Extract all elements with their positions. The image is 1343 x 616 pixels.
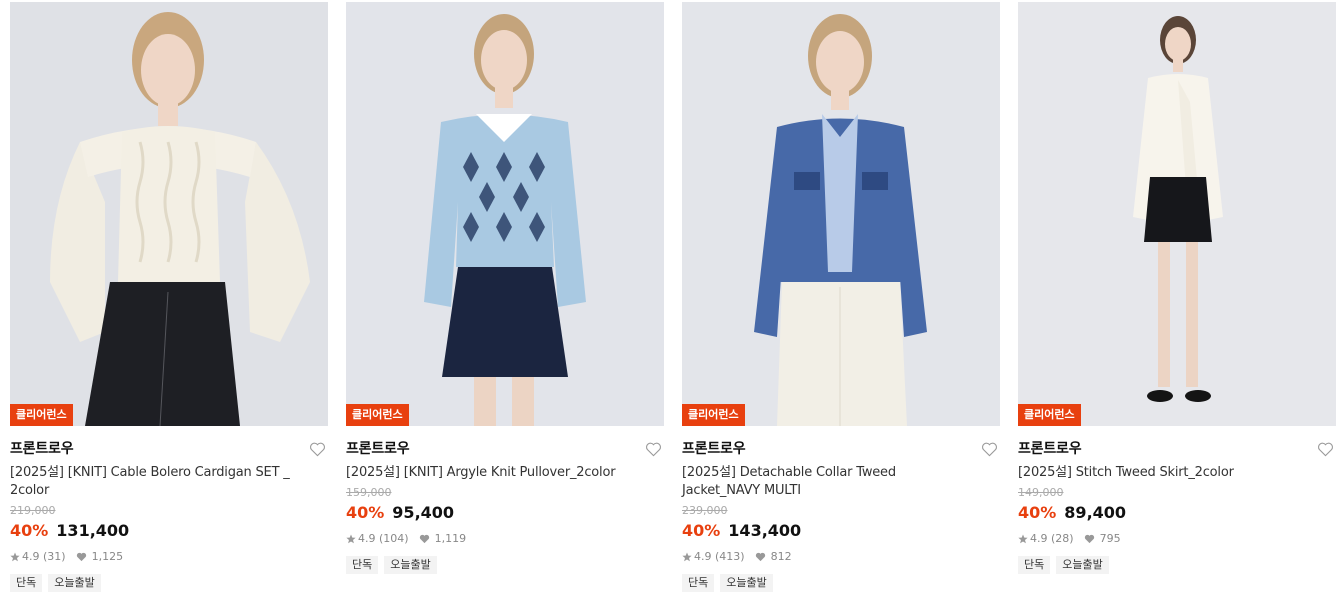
- brand-name[interactable]: 프론트로우: [346, 440, 664, 458]
- product-card[interactable]: 클리어런스 프론트로우 [2025설] Detachable Collar Tw…: [682, 2, 1000, 592]
- price-line: 40% 143,400: [682, 520, 1000, 542]
- tag-exclusive: 단독: [682, 574, 715, 592]
- black-stitch-tweed-skirt-photo: [1018, 2, 1336, 426]
- sale-price: 95,400: [392, 503, 455, 522]
- likes: 812: [755, 550, 792, 564]
- likes-count: 812: [770, 550, 792, 563]
- heart-icon[interactable]: [309, 442, 326, 457]
- heart-filled-icon: [419, 534, 429, 544]
- product-card[interactable]: 클리어런스 프론트로우 [2025설] [KNIT] Cable Bolero …: [10, 2, 328, 592]
- product-name[interactable]: [2025설] Stitch Tweed Skirt_2color: [1018, 464, 1336, 482]
- heart-icon[interactable]: [981, 442, 998, 457]
- product-info: 프론트로우 [2025설] [KNIT] Argyle Knit Pullove…: [346, 426, 664, 574]
- brand-name[interactable]: 프론트로우: [1018, 440, 1336, 458]
- tag-list: 단독 오늘출발: [1018, 556, 1336, 574]
- tag-list: 단독 오늘출발: [682, 574, 1000, 592]
- clearance-badge: 클리어런스: [682, 404, 745, 426]
- product-image[interactable]: 클리어런스: [346, 2, 664, 426]
- rating: 4.9 (28): [1030, 532, 1074, 545]
- heart-filled-icon: [76, 552, 86, 562]
- product-card[interactable]: 클리어런스 프론트로우 [2025설] [KNIT] Argyle Knit P…: [346, 2, 664, 574]
- discount-rate: 40%: [1018, 503, 1057, 522]
- tag-ships-today: 오늘출발: [48, 574, 101, 592]
- likes-count: 1,119: [434, 532, 467, 545]
- rating: 4.9 (31): [22, 550, 66, 563]
- heart-filled-icon: [755, 552, 765, 562]
- price-line: 40% 95,400: [346, 502, 664, 524]
- product-name[interactable]: [2025설] [KNIT] Argyle Knit Pullover_2col…: [346, 464, 664, 482]
- star-icon: [10, 552, 20, 562]
- star-icon: [346, 534, 356, 544]
- product-grid: 클리어런스 프론트로우 [2025설] [KNIT] Cable Bolero …: [0, 0, 1343, 616]
- tag-exclusive: 단독: [346, 556, 379, 574]
- product-card[interactable]: 클리어런스 프론트로우 [2025설] Stitch Tweed Skirt_2…: [1018, 2, 1336, 574]
- sale-price: 131,400: [56, 521, 130, 540]
- tag-ships-today: 오늘출발: [384, 556, 437, 574]
- product-image[interactable]: 클리어런스: [1018, 2, 1336, 426]
- review-meta: 4.9 (31) 1,125: [10, 550, 328, 564]
- sale-price: 89,400: [1064, 503, 1127, 522]
- rating: 4.9 (104): [358, 532, 409, 545]
- original-price: 219,000: [10, 504, 56, 517]
- review-meta: 4.9 (413) 812: [682, 550, 1000, 564]
- price-line: 40% 131,400: [10, 520, 328, 542]
- star-icon: [682, 552, 692, 562]
- heart-filled-icon: [1084, 534, 1094, 544]
- original-price: 159,000: [346, 486, 392, 499]
- likes: 1,119: [419, 532, 467, 546]
- tag-exclusive: 단독: [10, 574, 43, 592]
- product-info: 프론트로우 [2025설] [KNIT] Cable Bolero Cardig…: [10, 426, 328, 592]
- star-icon: [1018, 534, 1028, 544]
- tag-list: 단독 오늘출발: [346, 556, 664, 574]
- discount-rate: 40%: [10, 521, 49, 540]
- product-image[interactable]: 클리어런스: [10, 2, 328, 426]
- product-info: 프론트로우 [2025설] Detachable Collar Tweed Ja…: [682, 426, 1000, 592]
- blue-argyle-pullover-photo: [346, 2, 664, 426]
- tag-list: 단독 오늘출발: [10, 574, 328, 592]
- clearance-badge: 클리어런스: [10, 404, 73, 426]
- likes: 1,125: [76, 550, 124, 564]
- blue-tweed-jacket-photo: [682, 2, 1000, 426]
- heart-icon[interactable]: [645, 442, 662, 457]
- review-meta: 4.9 (104) 1,119: [346, 532, 664, 546]
- clearance-badge: 클리어런스: [346, 404, 409, 426]
- clearance-badge: 클리어런스: [1018, 404, 1081, 426]
- tag-ships-today: 오늘출발: [720, 574, 773, 592]
- product-name[interactable]: [2025설] [KNIT] Cable Bolero Cardigan SET…: [10, 464, 328, 500]
- original-price: 149,000: [1018, 486, 1064, 499]
- tag-ships-today: 오늘출발: [1056, 556, 1109, 574]
- review-meta: 4.9 (28) 795: [1018, 532, 1336, 546]
- cream-cable-bolero-cardigan-photo: [10, 2, 328, 426]
- tag-exclusive: 단독: [1018, 556, 1051, 574]
- price-line: 40% 89,400: [1018, 502, 1336, 524]
- product-image[interactable]: 클리어런스: [682, 2, 1000, 426]
- likes-count: 795: [1099, 532, 1121, 545]
- sale-price: 143,400: [728, 521, 802, 540]
- heart-icon[interactable]: [1317, 442, 1334, 457]
- brand-name[interactable]: 프론트로우: [10, 440, 328, 458]
- likes-count: 1,125: [91, 550, 124, 563]
- discount-rate: 40%: [682, 521, 721, 540]
- product-name[interactable]: [2025설] Detachable Collar Tweed Jacket_N…: [682, 464, 1000, 500]
- original-price: 239,000: [682, 504, 728, 517]
- likes: 795: [1084, 532, 1121, 546]
- rating: 4.9 (413): [694, 550, 745, 563]
- discount-rate: 40%: [346, 503, 385, 522]
- brand-name[interactable]: 프론트로우: [682, 440, 1000, 458]
- product-info: 프론트로우 [2025설] Stitch Tweed Skirt_2color …: [1018, 426, 1336, 574]
